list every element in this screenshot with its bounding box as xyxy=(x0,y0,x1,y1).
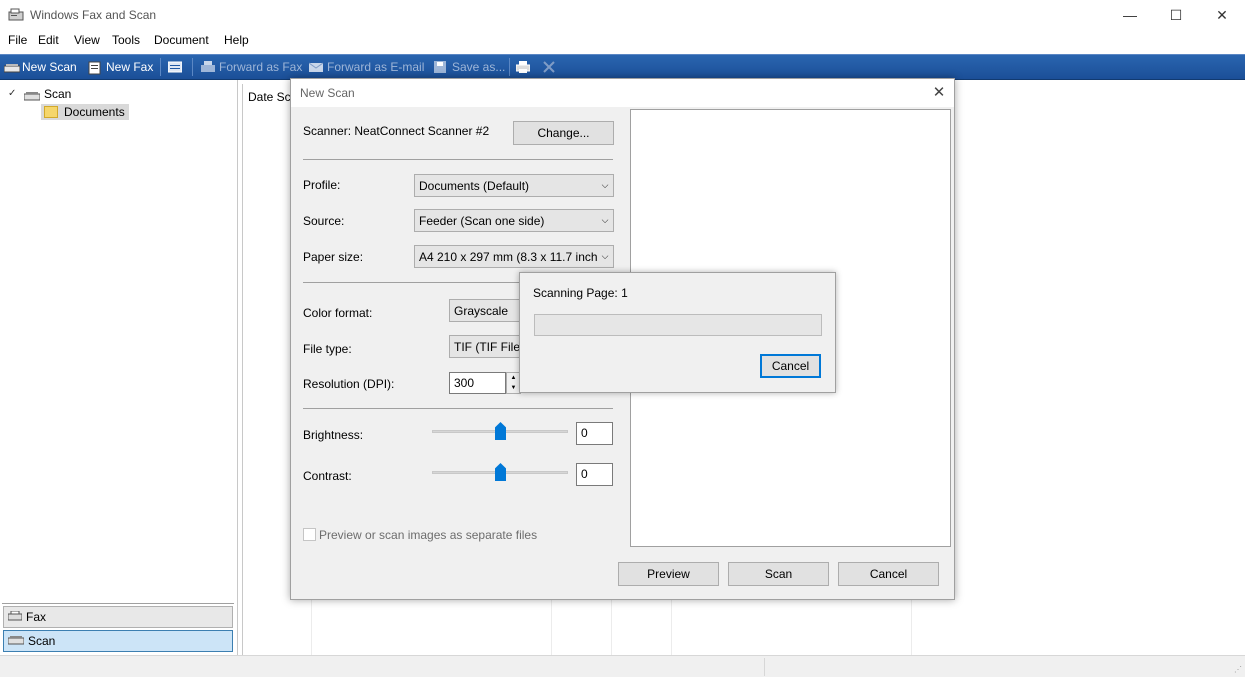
forward-as-email-button[interactable]: Forward as E-mail xyxy=(308,58,424,76)
folder-icon xyxy=(44,106,58,118)
brightness-label: Brightness: xyxy=(303,428,364,442)
fax-scan-app-icon xyxy=(8,8,24,22)
toolbar-separator xyxy=(509,58,510,76)
status-divider xyxy=(764,658,765,676)
nav-fax[interactable]: Fax xyxy=(3,606,233,628)
menu-document[interactable]: Document xyxy=(154,33,209,47)
status-bar xyxy=(0,655,1245,677)
separator xyxy=(303,159,613,160)
print-button[interactable] xyxy=(515,58,531,76)
menu-view[interactable]: View xyxy=(74,33,100,47)
new-scan-button[interactable]: New Scan xyxy=(3,58,77,76)
file-type-label: File type: xyxy=(303,342,352,356)
contrast-label: Contrast: xyxy=(303,469,352,483)
toolbar-separator xyxy=(160,58,161,76)
scanner-label: Scanner: NeatConnect Scanner #2 xyxy=(303,124,490,138)
new-document-icon xyxy=(88,61,102,75)
toolbar-separator xyxy=(192,58,193,76)
minimize-button[interactable]: — xyxy=(1107,0,1153,30)
toolbar xyxy=(0,54,1245,80)
scanner-icon xyxy=(23,90,41,101)
pane-divider xyxy=(2,603,234,604)
tree-item-scan[interactable]: Scan xyxy=(44,87,71,101)
dialog-close-button[interactable]: ✕ xyxy=(928,83,950,103)
title-bar xyxy=(0,0,1245,30)
folder-pane xyxy=(0,80,238,655)
chevron-down-icon: ⌵ xyxy=(601,215,609,225)
chevron-down-icon: ⌵ xyxy=(601,180,609,190)
column-gridline xyxy=(671,600,672,655)
preview-button[interactable]: Preview xyxy=(618,562,719,586)
source-label: Source: xyxy=(303,214,345,228)
save-icon xyxy=(434,61,448,73)
close-button[interactable]: ✕ xyxy=(1199,0,1245,30)
email-icon xyxy=(308,61,324,73)
scanner-icon xyxy=(3,61,21,73)
contrast-input[interactable]: 0 xyxy=(576,463,613,486)
nav-scan[interactable]: Scan xyxy=(3,630,233,652)
column-gridline xyxy=(911,600,912,655)
printer-icon xyxy=(515,61,531,73)
dialog-title-bar xyxy=(291,79,954,107)
paper-size-select[interactable]: A4 210 x 297 mm (8.3 x 11.7 inches) xyxy=(414,245,614,268)
save-as-button[interactable]: Save as... xyxy=(434,58,505,76)
window-title: Windows Fax and Scan xyxy=(30,8,157,22)
chevron-down-icon: ⌵ xyxy=(597,246,613,267)
resolution-input[interactable]: 300 xyxy=(449,372,506,394)
menu-tools[interactable]: Tools xyxy=(112,33,140,47)
menu-edit[interactable]: Edit xyxy=(38,33,59,47)
form-icon xyxy=(167,61,183,73)
resize-grip-icon[interactable]: ⋰ xyxy=(1234,665,1242,674)
column-gridline xyxy=(551,600,552,655)
delete-x-icon xyxy=(543,61,557,73)
delete-button[interactable] xyxy=(543,58,557,76)
scan-button[interactable]: Scan xyxy=(728,562,829,586)
tree-item-documents-label: Documents xyxy=(64,105,125,119)
profile-select[interactable]: Documents (Default) xyxy=(414,174,614,197)
scan-progress-bar xyxy=(534,314,822,336)
fax-icon xyxy=(201,61,215,73)
progress-cancel-button[interactable]: Cancel xyxy=(760,354,821,378)
paper-size-label: Paper size: xyxy=(303,250,364,264)
change-scanner-button[interactable]: Change... xyxy=(513,121,614,145)
forward-as-fax-button[interactable]: Forward as Fax xyxy=(201,58,302,76)
source-select[interactable]: Feeder (Scan one side) xyxy=(414,209,614,232)
column-gridline xyxy=(311,600,312,655)
separate-files-label: Preview or scan images as separate files xyxy=(319,528,538,542)
color-format-label: Color format: xyxy=(303,306,373,320)
reply-button[interactable] xyxy=(167,58,183,76)
column-gridline xyxy=(611,600,612,655)
fax-icon xyxy=(7,610,23,624)
scanner-icon xyxy=(7,634,25,648)
menu-file[interactable]: File xyxy=(8,33,27,47)
maximize-button[interactable]: ☐ xyxy=(1153,0,1199,30)
resolution-label: Resolution (DPI): xyxy=(303,377,395,391)
separate-files-checkbox[interactable] xyxy=(303,528,316,541)
dialog-title: New Scan xyxy=(300,86,355,100)
brightness-input[interactable]: 0 xyxy=(576,422,613,445)
separator xyxy=(303,408,613,409)
scanning-status-text: Scanning Page: 1 xyxy=(533,286,628,300)
new-fax-button[interactable]: New Fax xyxy=(88,58,153,76)
menu-help[interactable]: Help xyxy=(224,33,249,47)
chevron-down-icon[interactable]: ✓ xyxy=(8,88,16,99)
dialog-cancel-button[interactable]: Cancel xyxy=(838,562,939,586)
profile-label: Profile: xyxy=(303,178,341,192)
